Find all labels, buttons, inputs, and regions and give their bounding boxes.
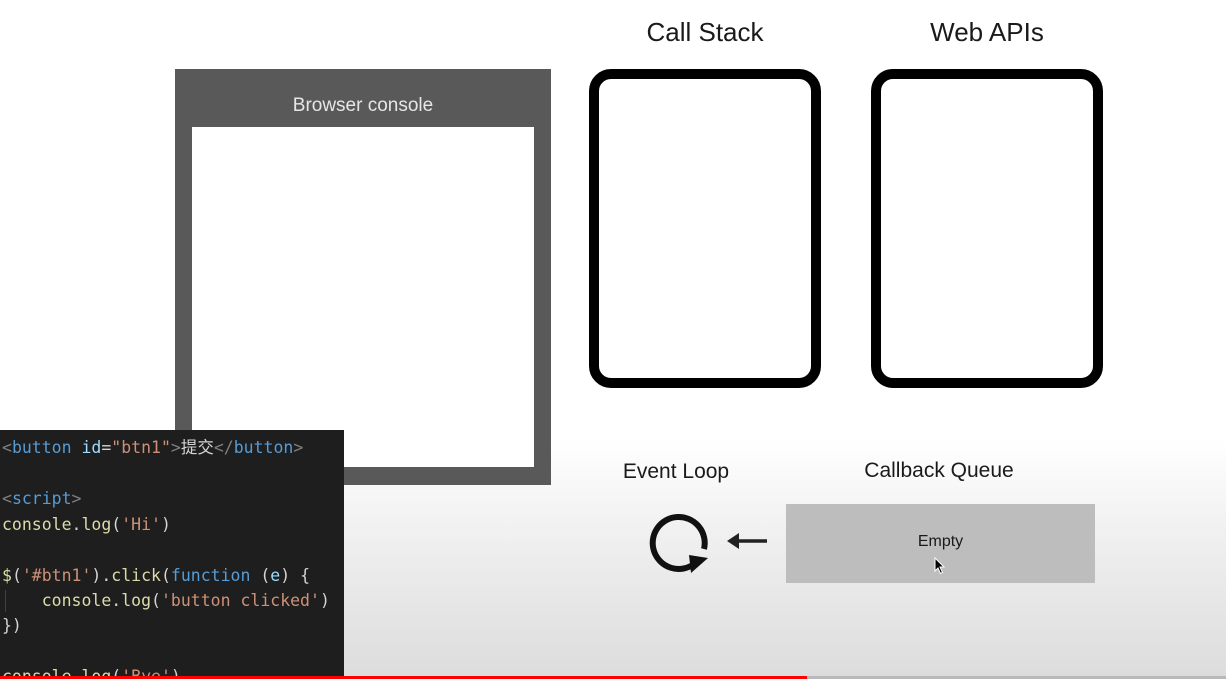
code-line-7: console.log('button clicked') (41, 591, 330, 610)
browser-console-output (192, 127, 534, 467)
callback-queue-title: Callback Queue (864, 459, 1014, 482)
code-line-3: <script> (2, 489, 82, 508)
event-loop-title: Event Loop (622, 460, 730, 483)
browser-console: Browser console (175, 69, 551, 485)
code-line-6: $('#btn1').click(function (e) { (2, 566, 311, 585)
web-apis-title: Web APIs (930, 17, 1044, 47)
web-apis-box (871, 69, 1103, 388)
call-stack-box (589, 69, 821, 388)
code-line-1: <button id="btn1">提交</button> (2, 438, 304, 457)
code-line-8: }) (2, 616, 22, 635)
call-stack-title: Call Stack (646, 17, 764, 47)
code-line-4: console.log('Hi') (2, 515, 171, 534)
mouse-pointer-icon (934, 557, 946, 575)
browser-console-title: Browser console (292, 95, 434, 116)
code-editor-panel: <button id="btn1">提交</button> <script> c… (0, 430, 344, 679)
left-arrow-icon (727, 533, 767, 549)
refresh-loop-icon (649, 514, 708, 573)
callback-queue-content: Empty (917, 533, 964, 550)
